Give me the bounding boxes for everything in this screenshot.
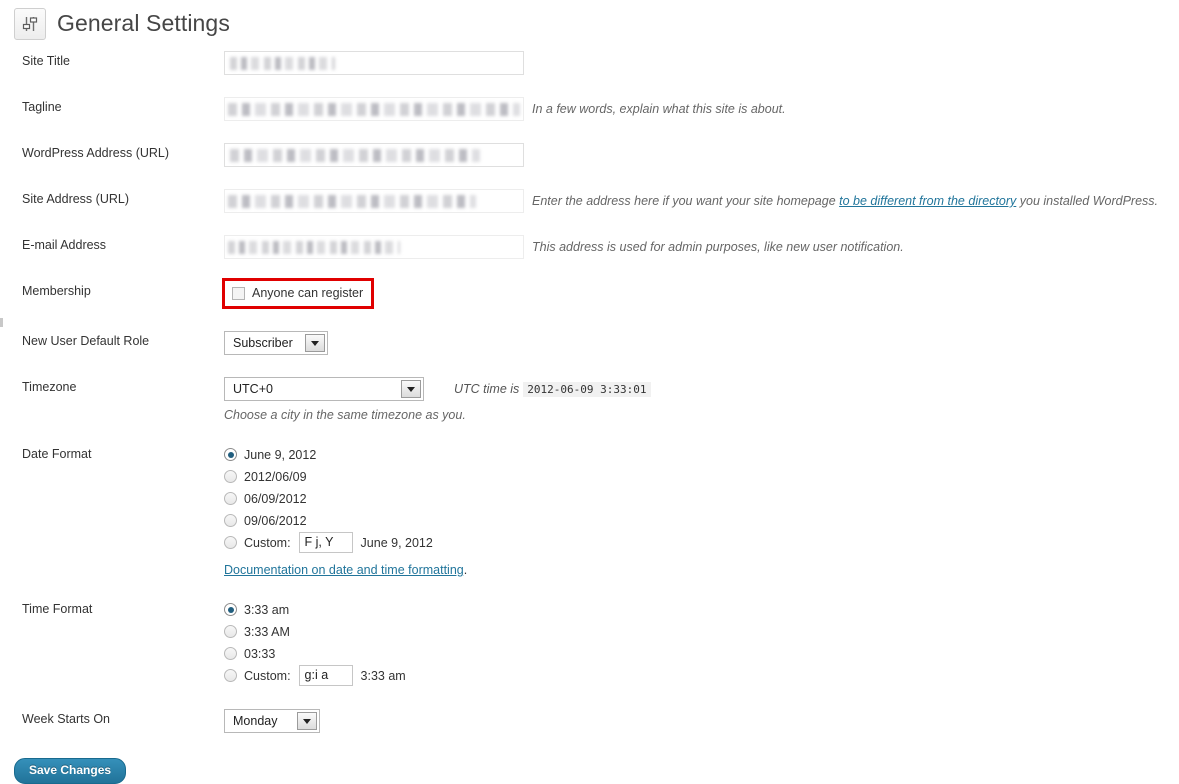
time-format-option[interactable]: 3:33 AM — [224, 621, 1169, 642]
date-format-custom-label: Custom: — [244, 535, 291, 550]
row-membership: Membership Anyone can register — [0, 270, 1179, 320]
label-wordpress-address: WordPress Address (URL) — [22, 146, 170, 160]
row-time-format: Time Format 3:33 am 3:33 AM 03:33 Custom… — [0, 588, 1179, 698]
date-format-option[interactable]: 09/06/2012 — [224, 510, 1169, 531]
time-format-option[interactable]: 03:33 — [224, 643, 1169, 664]
site-address-description-after: you installed WordPress. — [1016, 194, 1159, 208]
anyone-can-register-checkbox[interactable] — [232, 287, 245, 300]
chevron-down-icon[interactable] — [305, 334, 325, 352]
row-site-title: Site Title — [0, 40, 1179, 86]
time-format-option-label: 3:33 AM — [244, 624, 290, 639]
row-tagline: Tagline In a few words, explain what thi… — [0, 86, 1179, 132]
different-directory-link[interactable]: to be different from the directory — [839, 194, 1016, 208]
time-format-options: 3:33 am 3:33 AM 03:33 Custom: g:i a 3:33… — [224, 599, 1169, 686]
email-address-description: This address is used for admin purposes,… — [532, 240, 904, 254]
date-format-option[interactable]: 2012/06/09 — [224, 466, 1169, 487]
row-site-address: Site Address (URL) Enter the address her… — [0, 178, 1179, 224]
email-address-input[interactable] — [224, 235, 524, 259]
date-format-option-label: 06/09/2012 — [244, 491, 307, 506]
new-user-default-role-select[interactable]: Subscriber — [224, 331, 328, 355]
site-title-redacted-value — [230, 57, 335, 70]
submit-area: Save Changes — [0, 744, 1179, 784]
label-new-user-default-role: New User Default Role — [22, 334, 150, 348]
date-format-option-label: June 9, 2012 — [244, 447, 317, 462]
site-address-description-before: Enter the address here if you want your … — [532, 194, 840, 208]
date-format-options: June 9, 2012 2012/06/09 06/09/2012 09/06… — [224, 444, 1169, 553]
time-format-custom-preview: 3:33 am — [360, 668, 406, 683]
row-timezone: Timezone UTC+0 UTC time is 2012-06-09 3:3… — [0, 366, 1179, 433]
new-user-default-role-value: Subscriber — [233, 336, 293, 350]
radio-icon[interactable] — [224, 603, 237, 616]
left-edge-artifact — [0, 318, 3, 327]
radio-icon[interactable] — [224, 514, 237, 527]
radio-icon[interactable] — [224, 492, 237, 505]
week-starts-on-select[interactable]: Monday — [224, 709, 320, 733]
general-settings-form: Site Title Tagline In a few words, expla… — [0, 40, 1179, 744]
utc-time-note: UTC time is 2012-06-09 3:33:01 — [454, 377, 651, 402]
timezone-select[interactable]: UTC+0 — [224, 377, 424, 401]
chevron-down-icon[interactable] — [401, 380, 421, 398]
utc-time-value: 2012-06-09 3:33:01 — [523, 382, 651, 397]
time-format-custom-label: Custom: — [244, 668, 291, 683]
date-format-option[interactable]: 06/09/2012 — [224, 488, 1169, 509]
week-starts-on-value: Monday — [233, 714, 278, 728]
label-tagline: Tagline — [22, 100, 62, 114]
date-format-documentation: Documentation on date and time formattin… — [224, 563, 467, 577]
radio-icon[interactable] — [224, 625, 237, 638]
timezone-sub-note: Choose a city in the same timezone as yo… — [224, 408, 466, 422]
tagline-description: In a few words, explain what this site i… — [532, 102, 786, 116]
date-format-option[interactable]: June 9, 2012 — [224, 444, 1169, 465]
page-title: General Settings — [57, 10, 230, 37]
email-address-redacted-value — [228, 241, 400, 254]
label-email-address: E-mail Address — [22, 238, 107, 252]
time-format-option-label: 3:33 am — [244, 602, 290, 617]
date-format-custom-option[interactable]: Custom: F j, Y June 9, 2012 — [224, 532, 1169, 553]
radio-icon[interactable] — [224, 669, 237, 682]
time-format-custom-option[interactable]: Custom: g:i a 3:33 am — [224, 665, 1169, 686]
date-time-formatting-link[interactable]: Documentation on date and time formattin… — [224, 563, 464, 577]
timezone-value: UTC+0 — [233, 382, 273, 396]
settings-sliders-icon — [14, 8, 46, 40]
date-format-option-label: 09/06/2012 — [244, 513, 307, 528]
label-time-format: Time Format — [22, 602, 93, 616]
tagline-redacted-value — [228, 103, 520, 116]
site-address-input[interactable] — [224, 189, 524, 213]
chevron-down-icon[interactable] — [297, 712, 317, 730]
site-address-redacted-value — [228, 195, 476, 208]
date-format-doc-suffix: . — [463, 563, 468, 577]
row-new-user-default-role: New User Default Role Subscriber — [0, 320, 1179, 366]
radio-icon[interactable] — [224, 536, 237, 549]
label-site-address: Site Address (URL) — [22, 192, 129, 206]
anyone-can-register-label[interactable]: Anyone can register — [252, 287, 363, 300]
wordpress-address-input[interactable] — [224, 143, 524, 167]
membership-highlight-annotation: Anyone can register — [222, 278, 375, 309]
page-header: General Settings — [0, 0, 1179, 40]
row-date-format: Date Format June 9, 2012 2012/06/09 06/0… — [0, 433, 1179, 588]
row-email-address: E-mail Address This address is used for … — [0, 224, 1179, 270]
radio-icon[interactable] — [224, 470, 237, 483]
tagline-input[interactable] — [224, 97, 524, 121]
date-format-custom-input[interactable]: F j, Y — [298, 532, 353, 553]
utc-time-note-label: UTC time is — [454, 382, 520, 396]
time-format-custom-input[interactable]: g:i a — [298, 665, 353, 686]
radio-icon[interactable] — [224, 448, 237, 461]
time-format-option-label: 03:33 — [244, 646, 276, 661]
row-wordpress-address: WordPress Address (URL) — [0, 132, 1179, 178]
label-site-title: Site Title — [22, 54, 70, 68]
date-format-option-label: 2012/06/09 — [244, 469, 307, 484]
label-date-format: Date Format — [22, 447, 92, 461]
time-format-option[interactable]: 3:33 am — [224, 599, 1169, 620]
date-format-custom-preview: June 9, 2012 — [360, 535, 433, 550]
site-title-input[interactable] — [224, 51, 524, 75]
radio-icon[interactable] — [224, 647, 237, 660]
site-address-description: Enter the address here if you want your … — [532, 189, 1158, 213]
label-week-starts-on: Week Starts On — [22, 712, 110, 726]
label-timezone: Timezone — [22, 380, 77, 394]
wordpress-address-redacted-value — [230, 149, 480, 162]
save-changes-button[interactable]: Save Changes — [14, 758, 127, 784]
row-week-starts-on: Week Starts On Monday — [0, 698, 1179, 744]
label-membership: Membership — [22, 284, 91, 298]
